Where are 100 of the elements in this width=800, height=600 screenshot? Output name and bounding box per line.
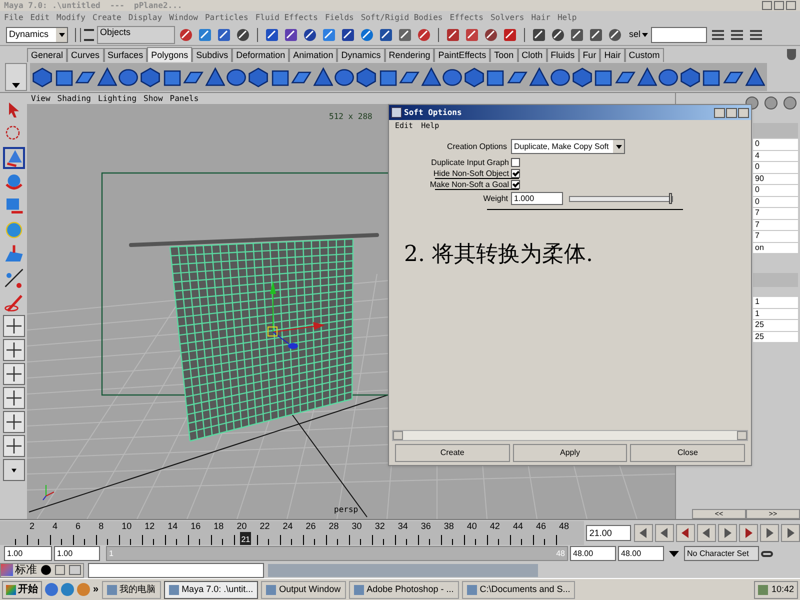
shelf-tab[interactable]: Animation xyxy=(289,48,338,62)
channel-value[interactable]: 7 xyxy=(753,231,798,242)
polygon-tool-icon[interactable] xyxy=(442,66,463,88)
polygon-tool-icon[interactable] xyxy=(140,66,161,88)
quick-launch-icon[interactable] xyxy=(45,583,58,596)
polygon-tool-icon[interactable] xyxy=(550,66,571,88)
checkbox[interactable] xyxy=(511,180,520,189)
polygon-tool-icon[interactable] xyxy=(96,66,118,88)
polygon-tool-icon[interactable] xyxy=(420,66,442,88)
start-time-field[interactable]: 1.00 xyxy=(4,546,52,561)
menu-item[interactable]: Particles xyxy=(204,12,248,24)
tool-icon[interactable] xyxy=(264,27,280,43)
polygon-tool-icon[interactable] xyxy=(636,66,658,88)
shelf-tab[interactable]: Surfaces xyxy=(104,48,148,62)
channel-value[interactable]: 0 xyxy=(753,196,798,207)
current-time-field[interactable]: 21.00 xyxy=(586,524,631,540)
collapse-bar-icon[interactable] xyxy=(75,28,81,42)
play-forwards-icon[interactable] xyxy=(718,524,737,542)
move-tool-icon[interactable] xyxy=(4,148,22,168)
channel-value[interactable]: 25 xyxy=(753,332,798,342)
menu-item[interactable]: Create xyxy=(92,12,122,24)
menu-item[interactable]: Fluid Effects xyxy=(255,12,318,24)
viewport-menu-item[interactable]: Show xyxy=(144,92,163,104)
tool-icon[interactable] xyxy=(359,27,375,43)
dialog-button[interactable]: Apply xyxy=(512,444,628,462)
shelf-tab[interactable]: Cloth xyxy=(518,48,547,62)
key-icon[interactable] xyxy=(761,550,773,556)
channel-value[interactable]: 0 xyxy=(753,162,798,172)
panel-layout-icon[interactable] xyxy=(710,27,726,43)
taskbar-item[interactable]: Adobe Photoshop - ... xyxy=(348,580,459,598)
character-set-field[interactable]: No Character Set xyxy=(684,546,759,561)
selection-mode-field[interactable]: Objects xyxy=(97,26,175,44)
tool-icon[interactable] xyxy=(464,27,480,43)
current-frame-marker[interactable]: 21 xyxy=(240,532,252,544)
menu-item[interactable]: Hair xyxy=(531,12,550,24)
scale-tool-icon[interactable] xyxy=(4,196,24,216)
checkbox[interactable] xyxy=(511,169,520,178)
end-time-field[interactable]: 48.00 xyxy=(618,546,664,561)
menu-item[interactable]: Soft/Rigid Bodies xyxy=(360,12,443,24)
channel-value[interactable]: 90 xyxy=(753,174,798,184)
weight-slider[interactable] xyxy=(569,196,673,202)
shelf-tab[interactable]: Deformation xyxy=(232,48,290,62)
step-back-key-icon[interactable] xyxy=(655,524,674,542)
menu-item[interactable]: Display xyxy=(128,12,162,24)
tool-icon[interactable] xyxy=(302,27,318,43)
step-forward-key-icon[interactable] xyxy=(760,524,779,542)
play-backwards-icon[interactable] xyxy=(697,524,716,542)
taskbar-item[interactable]: C:\Documents and S... xyxy=(462,580,576,598)
layout-button-icon[interactable] xyxy=(2,339,24,361)
creation-options-dropdown[interactable]: Duplicate, Make Copy Soft xyxy=(511,139,625,154)
panel-layout-icon[interactable] xyxy=(728,27,745,43)
tool-icon[interactable] xyxy=(197,27,213,43)
polygon-tool-icon[interactable] xyxy=(572,66,592,88)
shelf-tab[interactable]: Subdivs xyxy=(192,48,232,62)
shelf-tab[interactable]: General xyxy=(27,48,68,62)
channel-value[interactable]: 4 xyxy=(753,150,798,161)
menu-item[interactable]: Edit xyxy=(30,12,50,24)
polygon-tool-icon[interactable] xyxy=(32,66,53,88)
viewport-menu-item[interactable]: Panels xyxy=(170,92,199,104)
tool-icon[interactable] xyxy=(416,27,432,43)
shelf-tab[interactable]: Fur xyxy=(578,48,600,62)
checkbox[interactable] xyxy=(511,158,520,167)
tool-icon[interactable] xyxy=(378,27,394,43)
viewport-menu-item[interactable]: Shading xyxy=(57,92,91,104)
viewport-menu-item[interactable]: View xyxy=(31,92,50,104)
shelf-tab[interactable]: Toon xyxy=(490,48,518,62)
command-field[interactable] xyxy=(88,562,264,578)
shelf-tab[interactable]: Dynamics xyxy=(337,48,385,62)
polygon-tool-icon[interactable] xyxy=(334,66,355,88)
trash-icon[interactable] xyxy=(787,49,796,60)
menu-item[interactable]: Modify xyxy=(56,12,86,24)
tool-icon[interactable] xyxy=(340,27,356,43)
polygon-tool-icon[interactable] xyxy=(312,66,334,88)
taskbar-item[interactable]: 我的电脑 xyxy=(102,580,161,598)
polygon-tool-icon[interactable] xyxy=(226,66,247,88)
channel-value[interactable]: 0 xyxy=(753,185,798,196)
tool-icon[interactable] xyxy=(445,27,461,43)
weight-field[interactable]: 1.000 xyxy=(511,192,563,205)
taskbar-item[interactable]: Output Window xyxy=(261,580,346,598)
tool-icon[interactable] xyxy=(483,27,499,43)
menu-set-dropdown[interactable]: Dynamics xyxy=(6,27,68,43)
shelf-tab[interactable]: Hair xyxy=(600,48,625,62)
viewport-menu-item[interactable]: Lighting xyxy=(98,92,137,104)
tray-icon[interactable] xyxy=(758,584,768,594)
more-button[interactable]: » xyxy=(93,582,99,597)
layout-button-icon[interactable] xyxy=(2,363,24,385)
shelf-menu-icon[interactable] xyxy=(12,83,20,88)
tool-icon[interactable] xyxy=(235,27,251,43)
tool-icon[interactable] xyxy=(588,27,604,43)
start-button[interactable]: 开始 xyxy=(2,580,42,598)
step-back-frame-icon[interactable] xyxy=(676,524,695,542)
tool-icon[interactable] xyxy=(550,27,566,43)
channel-value[interactable]: 7 xyxy=(753,208,798,218)
polygon-tool-icon[interactable] xyxy=(248,66,269,88)
tool-icon[interactable] xyxy=(216,27,232,43)
polygon-tool-icon[interactable] xyxy=(204,66,226,88)
layout-button-icon[interactable] xyxy=(2,411,24,433)
shelf-tab[interactable]: Custom xyxy=(624,48,664,62)
skip-to-end-icon[interactable] xyxy=(781,524,800,542)
polygon-tool-icon[interactable] xyxy=(658,66,679,88)
